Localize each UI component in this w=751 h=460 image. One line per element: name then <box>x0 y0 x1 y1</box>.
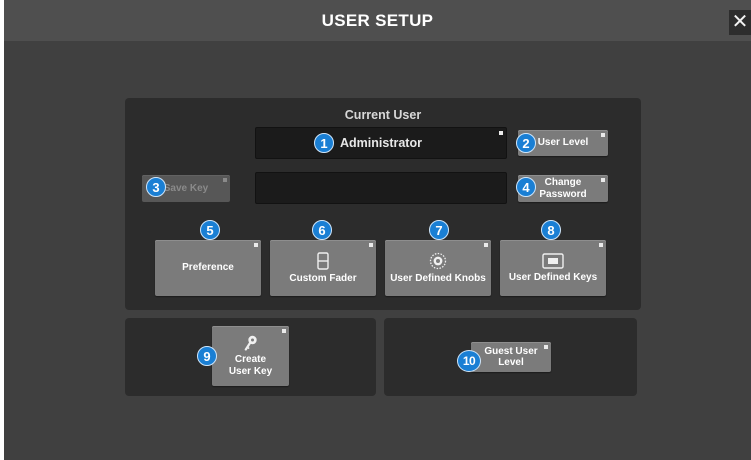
current-user-name: Administrator <box>340 136 422 150</box>
callout-4: 4 <box>516 177 536 197</box>
title-bar: USER SETUP ✕ <box>4 0 751 41</box>
user-defined-knobs-button[interactable]: User Defined Knobs <box>385 240 491 296</box>
guest-user-level-label-line2: Level <box>498 357 524 368</box>
user-defined-keys-button[interactable]: User Defined Keys <box>500 240 606 296</box>
knob-icon <box>429 252 447 269</box>
user-key-panel: Create User Key <box>125 318 376 396</box>
current-user-heading: Current User <box>344 108 422 122</box>
password-field[interactable] <box>255 172 507 204</box>
callout-9: 9 <box>197 346 217 366</box>
callout-7: 7 <box>429 220 449 240</box>
button-corner-marker <box>484 243 488 247</box>
callout-1: 1 <box>314 133 334 153</box>
callout-5: 5 <box>200 220 220 240</box>
save-key-label: Save Key <box>163 182 209 194</box>
fader-icon <box>317 252 329 270</box>
close-button[interactable]: ✕ <box>729 10 751 35</box>
button-corner-marker <box>599 243 603 247</box>
user-defined-knobs-label: User Defined Knobs <box>390 272 486 284</box>
change-password-label-line1: Change <box>544 177 582 188</box>
close-icon: ✕ <box>731 11 749 33</box>
change-password-label-line2: Password <box>539 188 587 200</box>
preference-button[interactable]: Preference <box>155 240 261 296</box>
callout-8: 8 <box>541 220 561 240</box>
button-corner-marker <box>282 329 286 333</box>
callout-3: 3 <box>146 177 166 197</box>
user-level-label: User Level <box>537 137 589 149</box>
callout-6: 6 <box>312 220 332 240</box>
create-user-key-label-line2: User Key <box>228 365 273 377</box>
callout-2: 2 <box>516 133 536 153</box>
current-user-name-field[interactable]: Administrator <box>255 127 507 159</box>
preference-label: Preference <box>182 262 234 274</box>
button-corner-marker <box>544 345 548 349</box>
custom-fader-button[interactable]: Custom Fader <box>270 240 376 296</box>
guest-user-level-label-line1: Guest User <box>484 345 538 357</box>
user-defined-keys-label: User Defined Keys <box>508 271 598 283</box>
create-user-key-button[interactable]: Create User Key <box>212 326 289 386</box>
button-corner-marker <box>369 243 373 247</box>
guest-user-panel: Guest User Level <box>384 318 637 396</box>
callout-10: 10 <box>457 350 481 372</box>
window-title: USER SETUP <box>321 11 434 30</box>
guest-user-level-button[interactable]: Guest User Level <box>471 342 551 372</box>
button-corner-marker <box>223 178 227 182</box>
key-icon <box>244 335 257 351</box>
field-corner-marker <box>499 131 503 135</box>
create-user-key-label-line1: Create <box>234 354 267 365</box>
button-corner-marker <box>601 178 605 182</box>
keys-icon <box>542 253 564 269</box>
button-corner-marker <box>601 133 605 137</box>
button-corner-marker <box>254 243 258 247</box>
user-setup-window: USER SETUP ✕ Current User Administrator … <box>4 0 751 460</box>
custom-fader-label: Custom Fader <box>289 272 357 284</box>
current-user-panel: Current User Administrator User Level Sa… <box>125 98 641 310</box>
